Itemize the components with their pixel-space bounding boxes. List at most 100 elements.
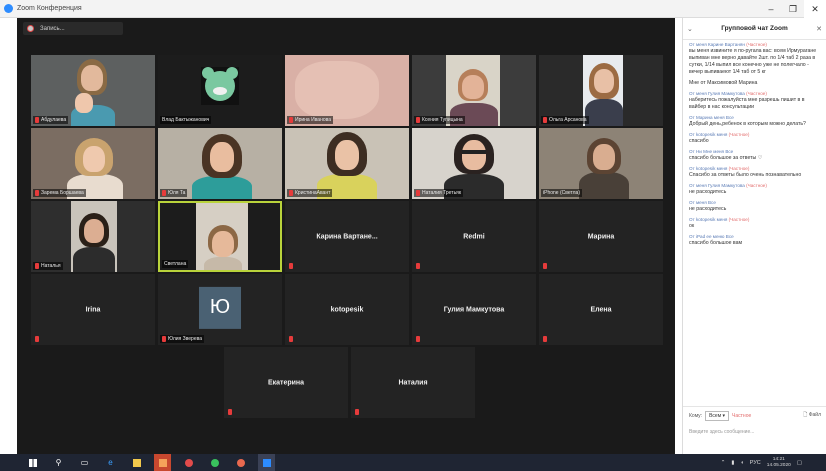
notifications-icon[interactable]: ▢ xyxy=(797,460,802,466)
whatsapp-icon[interactable] xyxy=(206,454,223,471)
mic-muted-icon xyxy=(289,263,293,269)
mic-muted-icon xyxy=(416,336,420,342)
participant-tile[interactable]: Ирина Иванова xyxy=(285,55,409,126)
participant-tile[interactable]: Ксения Тупицына xyxy=(412,55,536,126)
participant-name: Екатерина xyxy=(267,379,305,386)
message-text: спасибо большое вам xyxy=(689,240,743,246)
participant-name: Юлия Зверева xyxy=(160,335,204,343)
mic-muted-icon xyxy=(543,117,547,123)
chrome-icon[interactable] xyxy=(180,454,197,471)
clock[interactable]: 14:21 14.05.2020 xyxy=(767,457,791,469)
volume-icon[interactable]: ◖ xyxy=(740,460,743,466)
participant-tile[interactable]: Марина xyxy=(539,201,663,272)
participant-name: Влад Бактыжанович xyxy=(160,116,212,124)
participant-name: Светлана xyxy=(162,260,189,268)
participant-name: Зарема Боршаева xyxy=(33,189,86,197)
chat-message-input[interactable]: Введите здесь сообщение... xyxy=(689,429,821,435)
windows-start-icon[interactable] xyxy=(24,454,41,471)
chat-header: ⌄ Групповой чат Zoom ✕ xyxy=(683,18,826,40)
chat-panel: ⌄ Групповой чат Zoom ✕ От меня Карине Ва… xyxy=(682,18,826,454)
participant-name: Ксения Тупицына xyxy=(414,116,465,124)
participant-tile[interactable]: iPhone (Светла) xyxy=(539,128,663,199)
participant-name: Юля Та xyxy=(160,189,188,197)
chat-title: Групповой чат Zoom xyxy=(721,25,788,32)
chat-message: От Марина меня Все Добрый день,ребенок в… xyxy=(689,115,821,128)
participant-tile[interactable]: Юля Та xyxy=(158,128,282,199)
participant-name: КристинаАвант xyxy=(287,189,333,197)
participant-tile[interactable]: Елена xyxy=(539,274,663,345)
participant-tile-active[interactable]: Светлана xyxy=(158,201,282,272)
mic-muted-icon xyxy=(35,336,39,342)
participant-name: iPhone (Светла) xyxy=(541,189,582,197)
chevron-down-icon[interactable]: ⌄ xyxy=(687,25,693,33)
window-titlebar: Zoom Конференция – ❐ ✕ xyxy=(0,0,826,18)
participant-tile[interactable]: Ю Юлия Зверева xyxy=(158,274,282,345)
chat-message: От меня Все не расходитесь xyxy=(689,200,821,213)
participant-tile[interactable]: Irina xyxy=(31,274,155,345)
file-icon: 🗋 xyxy=(803,412,808,418)
mic-muted-icon xyxy=(162,190,166,196)
message-text: ок xyxy=(689,223,695,229)
mic-muted-icon xyxy=(289,336,293,342)
network-icon[interactable]: ▮ xyxy=(731,460,734,466)
mic-muted-icon xyxy=(543,336,547,342)
system-tray: ⌃ ▮ ◖ РУС 14:21 14.05.2020 ▢ xyxy=(721,454,802,471)
participant-tile[interactable]: kotopesik xyxy=(285,274,409,345)
app-icon[interactable] xyxy=(154,454,171,471)
participant-tile[interactable]: Наталия Третьяк xyxy=(412,128,536,199)
participant-tile[interactable]: Redmi xyxy=(412,201,536,272)
browser-icon[interactable] xyxy=(232,454,249,471)
participant-tile[interactable]: Влад Бактыжанович xyxy=(158,55,282,126)
zoom-logo-icon xyxy=(4,4,13,13)
chat-message: От kotopesik меня (Частное) спасибо xyxy=(689,132,821,145)
close-icon[interactable]: ✕ xyxy=(816,25,822,33)
participant-tile[interactable]: Наталья xyxy=(31,201,155,272)
participant-tile[interactable]: Зарема Боршаева xyxy=(31,128,155,199)
mic-muted-icon xyxy=(228,409,232,415)
message-text: Добрый день,ребенок в которым можно дела… xyxy=(689,121,806,127)
to-label: Кому: xyxy=(689,413,703,419)
chevron-up-icon[interactable]: ⌃ xyxy=(721,460,726,466)
chat-message-list[interactable]: От меня Карине Вартанян (Частное) вы мен… xyxy=(683,42,826,402)
participant-tile[interactable]: Абдулаева xyxy=(31,55,155,126)
chat-message: От Ни Мне меня Все спасибо большое за от… xyxy=(689,149,821,162)
tray-lang[interactable]: РУС xyxy=(750,460,761,466)
message-text: вы меня извините я по-ругала вас: всем И… xyxy=(689,48,817,75)
maximize-button[interactable]: ❐ xyxy=(782,0,804,18)
message-text: Мне от Максимовой Марина xyxy=(689,80,758,86)
participant-tile[interactable]: Екатерина xyxy=(224,347,348,418)
participant-name: Елена xyxy=(590,306,612,313)
participant-name: Redmi xyxy=(463,233,485,240)
chat-message: Мне от Максимовой Марина xyxy=(689,80,821,87)
recipient-select[interactable]: Всем ▾ xyxy=(705,411,730,421)
participant-name: Irina xyxy=(85,306,101,313)
edge-browser-icon[interactable]: e xyxy=(102,454,119,471)
chat-footer: Кому: Всем ▾ Частное 🗋 Файл Введите здес… xyxy=(683,406,826,454)
chat-message: От меня Гулия Мамкутова (Частное) набери… xyxy=(689,91,821,111)
window-controls: – ❐ ✕ xyxy=(760,0,826,18)
message-text: спасибо большое за ответы ♡ xyxy=(689,155,763,161)
file-explorer-icon[interactable] xyxy=(128,454,145,471)
chat-message: От kotopesik меня (Частное) ок xyxy=(689,217,821,230)
participant-tile[interactable]: Ольга Арсанова xyxy=(539,55,663,126)
search-icon[interactable]: ⚲ xyxy=(50,454,67,471)
recording-indicator[interactable]: Запись... xyxy=(23,22,123,35)
minimize-button[interactable]: – xyxy=(760,0,782,18)
chat-message: От меня Гулия Мамкутова (Частное) не рас… xyxy=(689,183,821,196)
participant-tile[interactable]: Наталия xyxy=(351,347,475,418)
participant-name: Ольга Арсанова xyxy=(541,116,589,124)
bear-avatar-icon xyxy=(201,67,239,105)
close-button[interactable]: ✕ xyxy=(804,0,826,18)
message-text: спасибо xyxy=(689,138,709,144)
zoom-taskbar-icon[interactable] xyxy=(258,454,275,471)
participant-name: Абдулаева xyxy=(33,116,69,124)
mic-muted-icon xyxy=(35,263,39,269)
taskbar: ⚲ ▭ e ⌃ ▮ ◖ РУС 14:21 14.05.2020 ▢ xyxy=(0,454,826,471)
participant-tile[interactable]: КристинаАвант xyxy=(285,128,409,199)
task-view-icon[interactable]: ▭ xyxy=(76,454,93,471)
participant-tile[interactable]: Карина Вартане... xyxy=(285,201,409,272)
file-button[interactable]: 🗋 Файл xyxy=(803,412,821,420)
mic-muted-icon xyxy=(355,409,359,415)
participant-tile[interactable]: Гулия Мамкутова xyxy=(412,274,536,345)
chat-message: От iPad ее меню Все спасибо большое вам xyxy=(689,234,821,247)
